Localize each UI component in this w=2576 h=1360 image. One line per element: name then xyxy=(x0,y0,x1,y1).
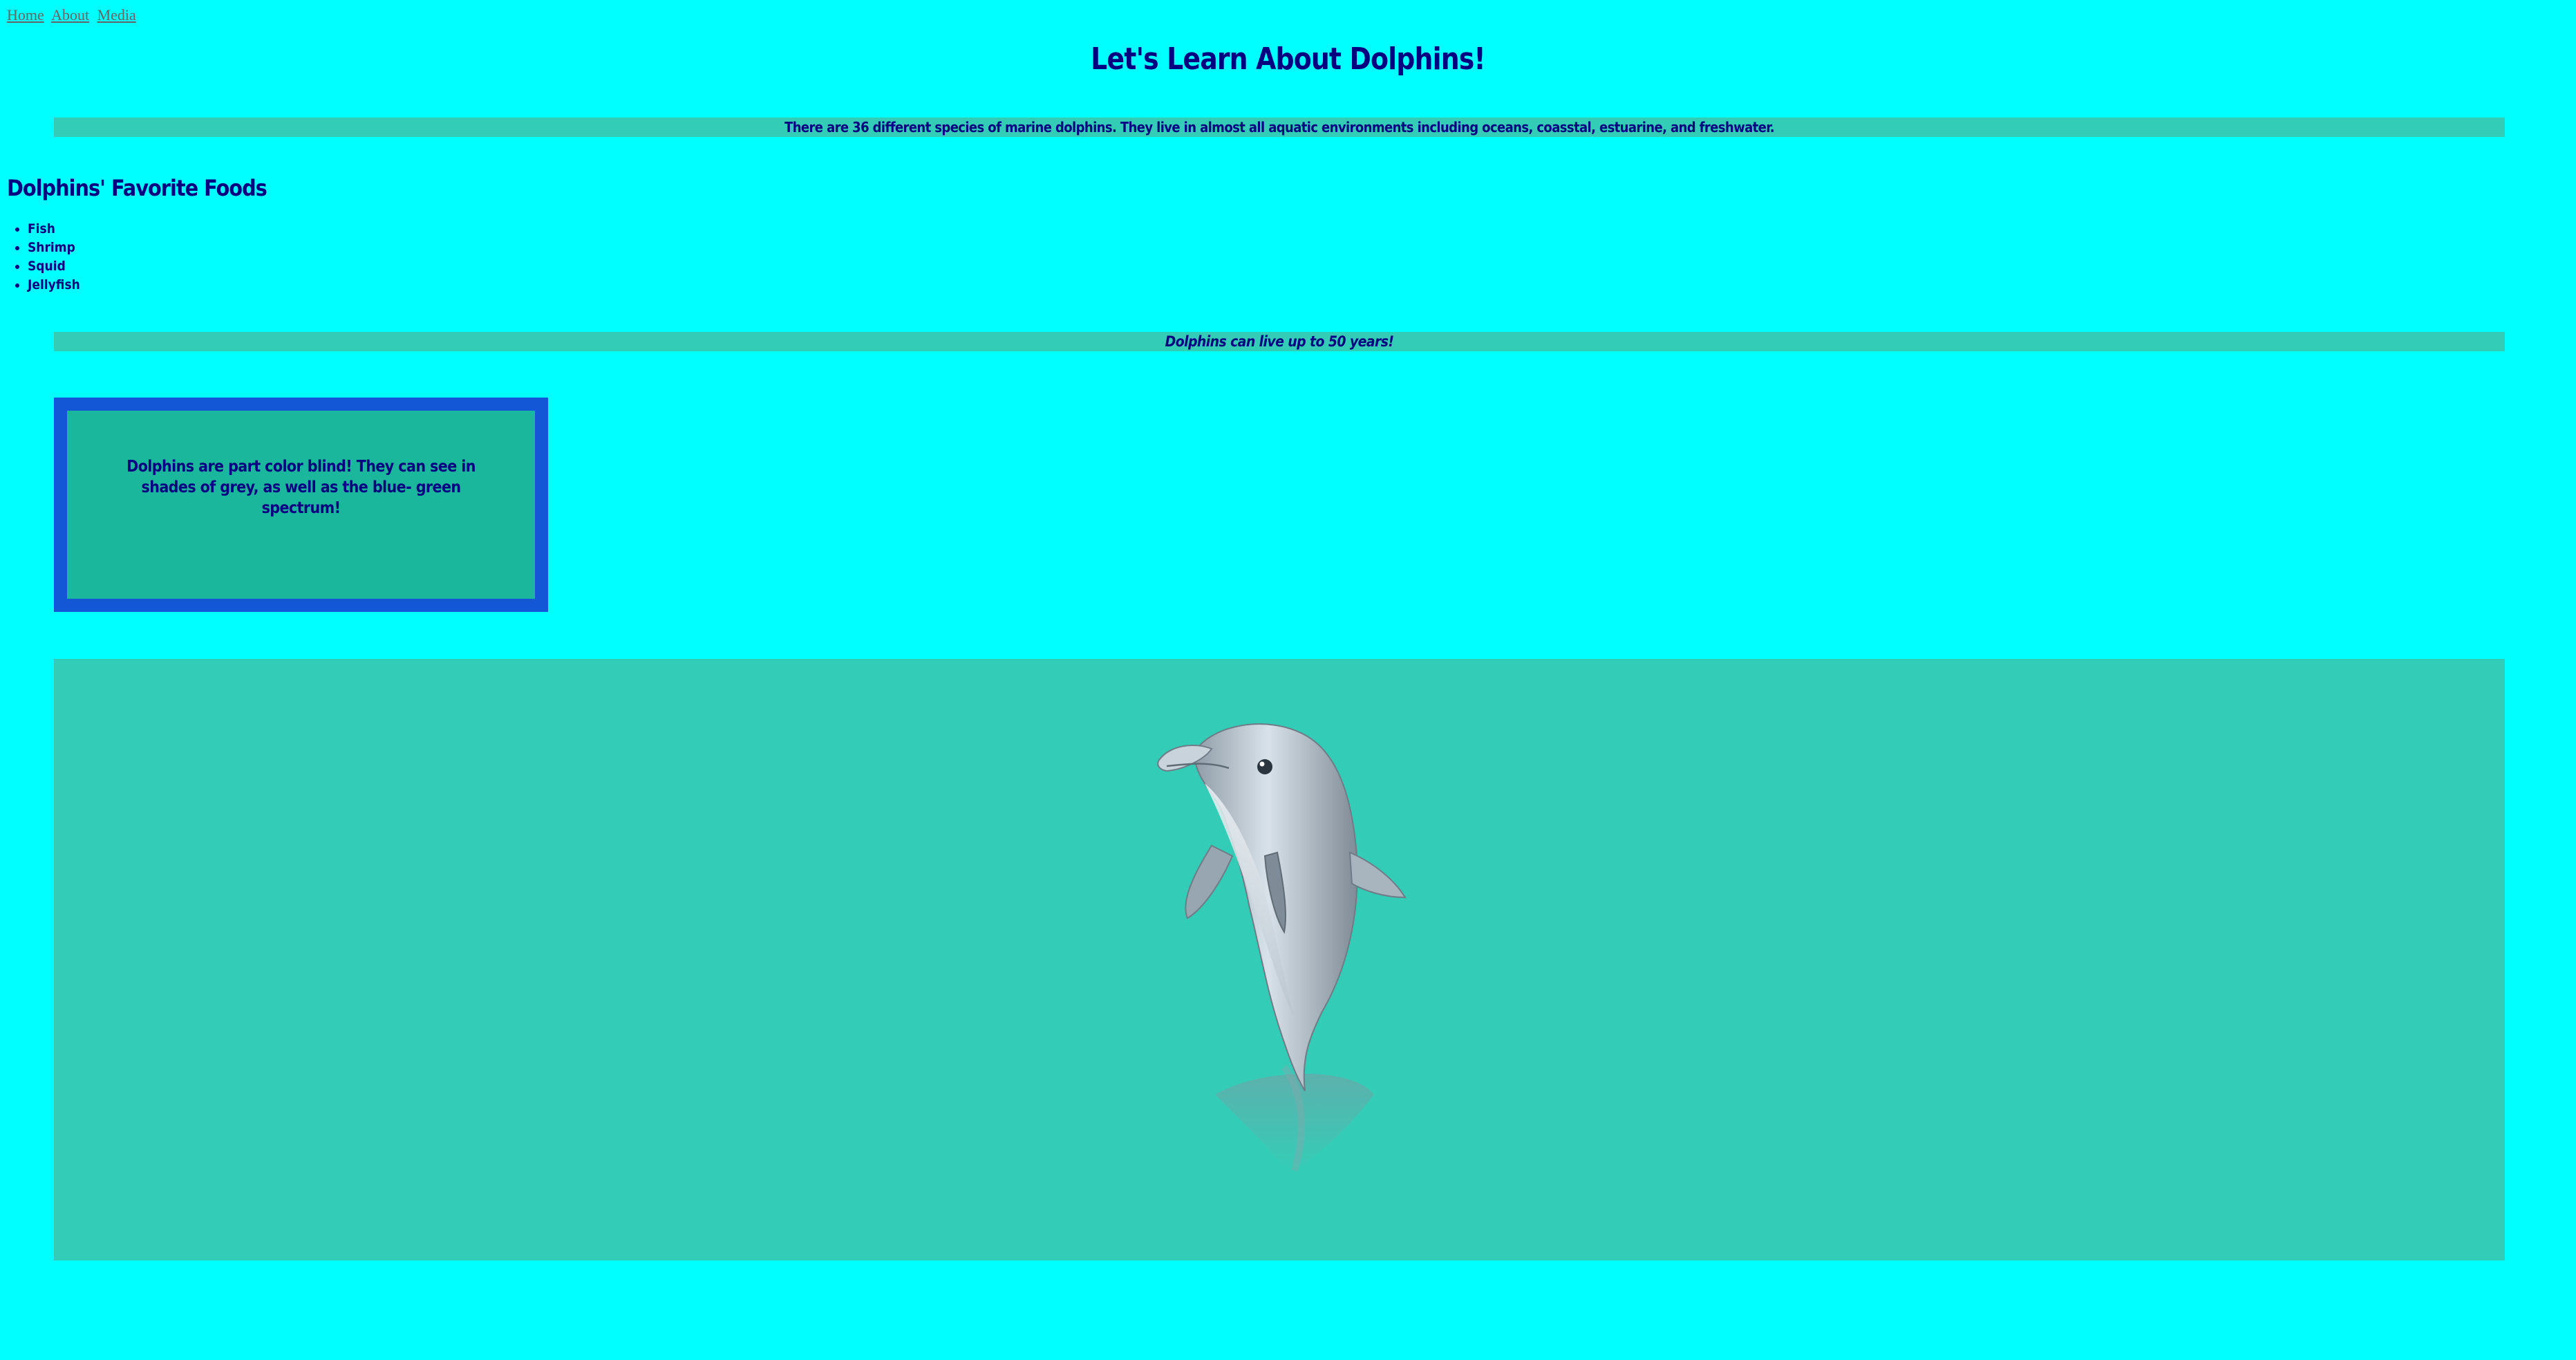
nav-link-media[interactable]: Media xyxy=(97,6,136,24)
top-nav: Home About Media xyxy=(7,6,140,25)
dolphin-illustration xyxy=(1157,723,1407,1174)
color-blind-fact-text: Dolphins are part color blind! They can … xyxy=(67,411,535,599)
species-banner: There are 36 different species of marine… xyxy=(54,118,2505,137)
nav-link-home[interactable]: Home xyxy=(7,6,44,24)
lifespan-banner: Dolphins can live up to 50 years! xyxy=(54,332,2505,351)
food-item-fish: Fish xyxy=(28,220,80,239)
food-item-shrimp: Shrimp xyxy=(28,239,80,257)
nav-link-about[interactable]: About xyxy=(51,6,89,24)
food-item-jellyfish: Jellyfish xyxy=(28,276,80,295)
favorite-foods-heading: Dolphins' Favorite Foods xyxy=(7,175,267,201)
dolphin-image-panel xyxy=(54,659,2505,1260)
favorite-foods-list: Fish Shrimp Squid Jellyfish xyxy=(7,220,80,295)
food-item-squid: Squid xyxy=(28,257,80,276)
page-title: Let's Learn About Dolphins! xyxy=(1091,41,1486,77)
color-blind-fact-box: Dolphins are part color blind! They can … xyxy=(54,398,548,612)
